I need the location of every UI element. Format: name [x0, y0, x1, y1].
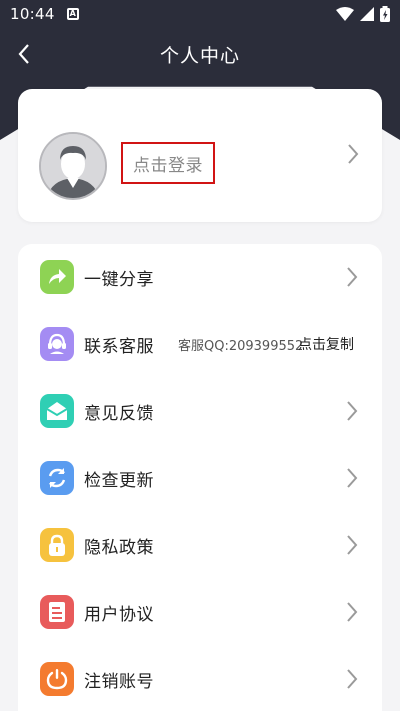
menu-label-privacy-policy: 隐私政策 [84, 537, 154, 558]
wifi-icon [336, 7, 354, 21]
status-indicators [336, 6, 390, 22]
refresh-icon [40, 461, 74, 495]
chevron-right-icon [347, 401, 358, 421]
menu-item-privacy-policy[interactable]: 隐私政策 [18, 512, 382, 578]
share-icon [40, 260, 74, 294]
menu-label-check-update: 检查更新 [84, 470, 154, 491]
menu-item-user-agreement[interactable]: 用户协议 [18, 579, 382, 645]
signal-icon [360, 7, 374, 21]
lock-icon [40, 528, 74, 562]
menu-item-check-update[interactable]: 检查更新 [18, 445, 382, 511]
menu-label-feedback: 意见反馈 [84, 403, 154, 424]
personal-center-screen: 10:44 A 个人中心 点击登录 一键分享 联系客服 客服QQ:2093995… [0, 0, 400, 711]
status-time: 10:44 [10, 5, 55, 23]
back-button[interactable] [8, 38, 40, 70]
profile-card[interactable]: 点击登录 [18, 89, 382, 222]
chevron-right-icon [347, 669, 358, 689]
menu-label-customer-service: 联系客服 [84, 336, 154, 357]
chevron-right-icon [347, 267, 358, 287]
login-button[interactable]: 点击登录 [121, 142, 215, 184]
menu-label-delete-account: 注销账号 [84, 671, 154, 692]
menu-item-customer-service[interactable]: 联系客服 客服QQ:209399552 点击复制 [18, 311, 382, 377]
battery-icon [380, 6, 390, 22]
chevron-right-icon [347, 602, 358, 622]
notification-icon: A [66, 8, 79, 20]
customer-service-qq: 客服QQ:209399552 [178, 338, 304, 354]
menu-item-delete-account[interactable]: 注销账号 [18, 646, 382, 711]
document-icon [40, 595, 74, 629]
feedback-mail-icon [40, 394, 74, 428]
status-bar: 10:44 A [0, 0, 400, 28]
menu-label-share: 一键分享 [84, 269, 154, 290]
default-avatar-icon[interactable] [39, 132, 107, 200]
menu-card: 一键分享 联系客服 客服QQ:209399552 点击复制 意见反馈 检查更新 [18, 244, 382, 711]
menu-item-feedback[interactable]: 意见反馈 [18, 378, 382, 444]
chevron-left-icon [18, 44, 29, 64]
chevron-right-icon [347, 535, 358, 555]
chevron-right-icon [347, 468, 358, 488]
page-title: 个人中心 [159, 44, 240, 67]
customer-service-icon [40, 327, 74, 361]
chevron-right-icon[interactable] [345, 142, 361, 166]
power-icon [40, 662, 74, 696]
copy-qq-button[interactable]: 点击复制 [298, 334, 354, 354]
menu-label-user-agreement: 用户协议 [84, 604, 154, 625]
nav-bar: 个人中心 [0, 32, 400, 76]
menu-item-share[interactable]: 一键分享 [18, 244, 382, 310]
login-label: 点击登录 [133, 155, 203, 176]
